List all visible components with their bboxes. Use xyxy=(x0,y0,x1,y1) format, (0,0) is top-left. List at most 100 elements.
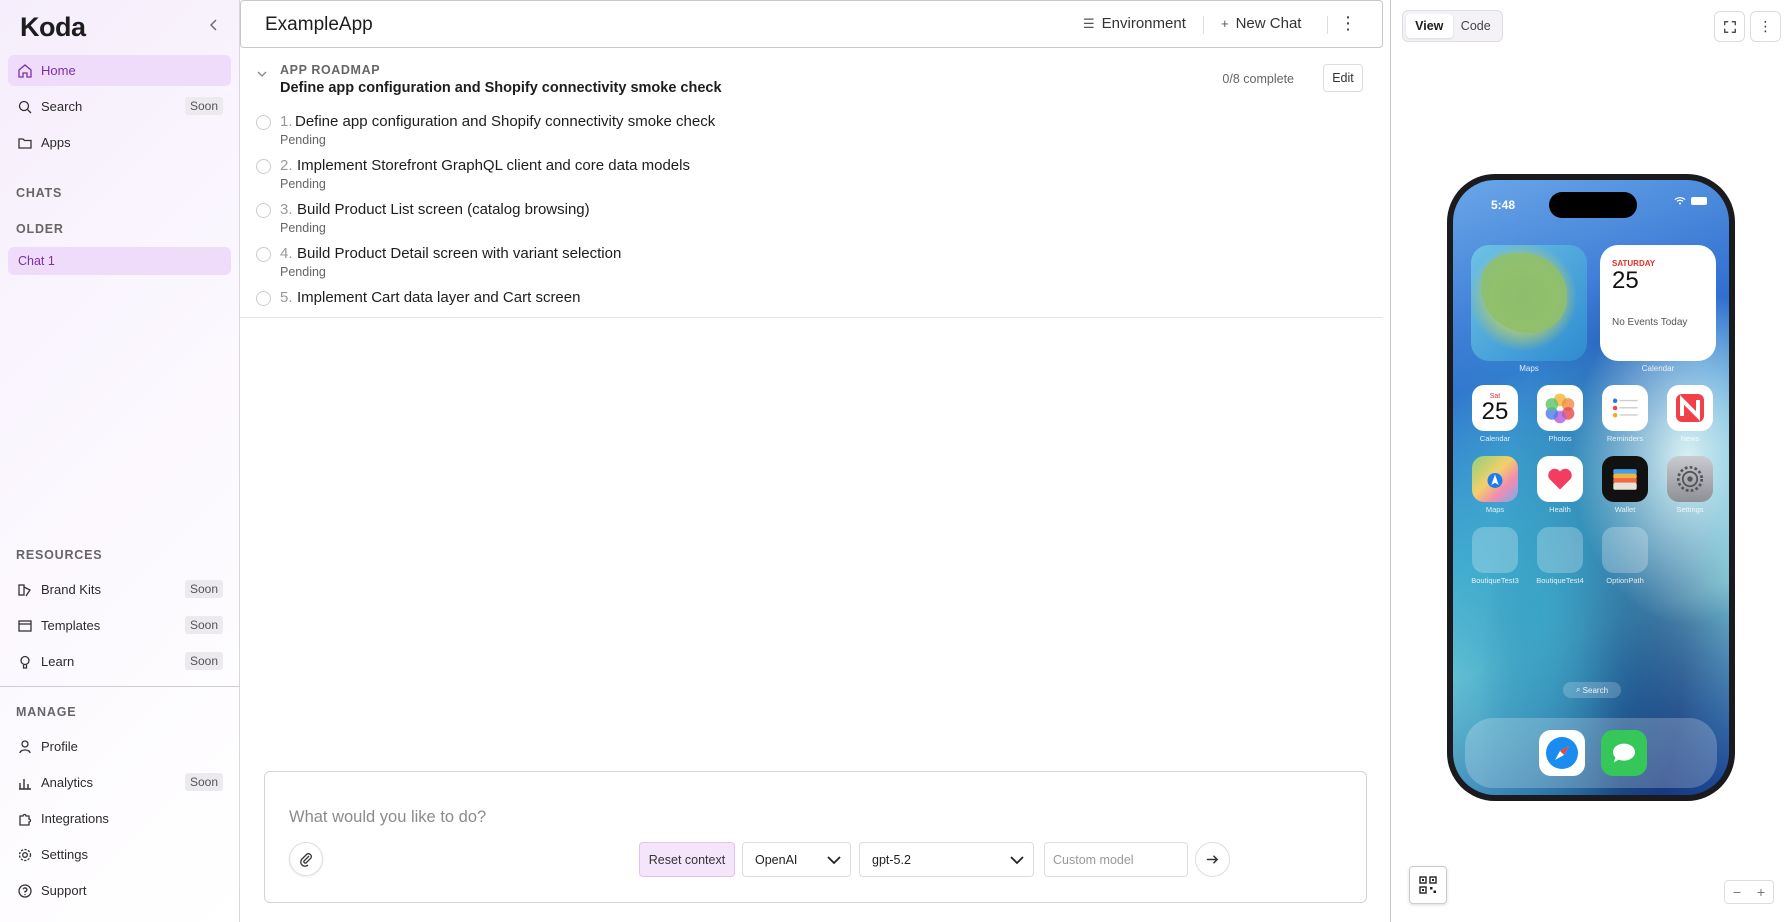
sidebar-item-search[interactable]: Search Soon xyxy=(8,91,231,122)
puzzle-icon xyxy=(17,811,33,827)
sidebar-item-label: Brand Kits xyxy=(41,582,101,597)
model-value: gpt-5.2 xyxy=(872,852,911,867)
home-icon xyxy=(17,63,33,79)
app-label: Settings xyxy=(1676,505,1704,514)
calendar-widget: SATURDAY 25 No Events Today xyxy=(1600,245,1716,361)
sidebar-item-analytics[interactable]: Analytics Soon xyxy=(8,767,231,798)
view-tab[interactable]: View xyxy=(1406,14,1453,38)
environment-label: Environment xyxy=(1101,15,1186,32)
paperclip-icon xyxy=(300,853,312,867)
safari-app-icon xyxy=(1539,730,1585,776)
soon-badge: Soon xyxy=(184,616,223,634)
zoom-out-icon[interactable]: − xyxy=(1725,881,1749,903)
preview-more-icon[interactable]: ⋮ xyxy=(1750,11,1781,42)
sidebar-item-templates[interactable]: Templates Soon xyxy=(8,610,231,641)
task-title: Build Product Detail screen with variant… xyxy=(297,245,622,262)
home-search-pill: ⌕ Search xyxy=(1563,682,1621,698)
environment-button[interactable]: ☰ Environment xyxy=(1083,15,1186,32)
app-label: Wallet xyxy=(1614,505,1636,514)
custom-model-input[interactable] xyxy=(1044,842,1188,877)
task-checkbox[interactable] xyxy=(256,115,271,130)
sidebar-divider xyxy=(0,686,240,687)
phone-screen: 5:48 Maps SATURDAY 25 No Events Today Ca… xyxy=(1453,180,1729,795)
app-label: Health xyxy=(1549,505,1571,514)
code-tab[interactable]: Code xyxy=(1453,14,1500,38)
sidebar-item-settings[interactable]: Settings xyxy=(8,839,231,870)
model-select[interactable]: gpt-5.2 xyxy=(859,842,1034,877)
expand-icon xyxy=(1723,20,1736,33)
battery-icon xyxy=(1691,196,1707,205)
soon-badge: Soon xyxy=(184,773,223,791)
chevron-down-icon xyxy=(1010,856,1024,865)
collapse-sidebar-icon[interactable] xyxy=(206,17,224,35)
user-icon xyxy=(17,739,33,755)
maps-app-icon xyxy=(1472,456,1518,502)
calendar-app-date: 25 xyxy=(1481,397,1509,425)
phone-time: 5:48 xyxy=(1491,198,1516,212)
provider-select[interactable]: OpenAI xyxy=(742,842,851,877)
preview-panel: View Code ⋮ 5:48 Maps SATURDAY 25 No Eve… xyxy=(1390,0,1790,922)
manage-section-label: MANAGE xyxy=(16,705,77,719)
optionpath-app-icon xyxy=(1602,527,1648,573)
new-chat-button[interactable]: + New Chat xyxy=(1221,15,1301,32)
arrow-right-icon xyxy=(1206,855,1219,864)
page-title: ExampleApp xyxy=(265,14,373,35)
qr-code-icon xyxy=(1419,876,1437,894)
edit-roadmap-button[interactable]: Edit xyxy=(1323,64,1363,92)
send-button[interactable] xyxy=(1195,842,1230,877)
chevron-down-icon[interactable] xyxy=(256,68,268,83)
task-title: Implement Cart data layer and Cart scree… xyxy=(297,289,581,306)
photos-app-icon xyxy=(1537,385,1583,431)
task-checkbox[interactable] xyxy=(256,203,271,218)
task-number: 4. xyxy=(280,245,293,262)
messages-app-icon xyxy=(1601,730,1647,776)
attach-button[interactable] xyxy=(289,842,323,876)
resources-section-label: RESOURCES xyxy=(16,548,103,562)
calendar-events: No Events Today xyxy=(1612,317,1688,328)
task-status: Pending xyxy=(280,221,326,235)
koda-logo[interactable]: Koda xyxy=(20,12,86,43)
news-app-icon xyxy=(1667,385,1713,431)
more-options-icon[interactable]: ⋮ xyxy=(1339,13,1357,34)
zoom-in-icon[interactable]: + xyxy=(1749,881,1773,903)
new-chat-label: New Chat xyxy=(1235,15,1302,32)
help-icon xyxy=(17,883,33,899)
boutique-test4-app-icon xyxy=(1537,527,1583,573)
sidebar: Koda Home Search Soon Apps CHATS OLDER C… xyxy=(0,0,240,922)
bar-chart-icon xyxy=(17,775,33,791)
task-checkbox[interactable] xyxy=(256,247,271,262)
widget-label: Maps xyxy=(1519,364,1539,373)
wallet-app-icon xyxy=(1602,456,1648,502)
chat-item-1[interactable]: Chat 1 xyxy=(8,247,231,275)
sidebar-item-learn[interactable]: Learn Soon xyxy=(8,646,231,677)
template-icon xyxy=(17,618,33,634)
calendar-app-icon: Sat 25 xyxy=(1472,385,1518,431)
prompt-input[interactable] xyxy=(289,808,1349,827)
sidebar-item-label: Home xyxy=(41,63,76,78)
qr-code-button[interactable] xyxy=(1409,866,1447,904)
fullscreen-button[interactable] xyxy=(1714,11,1745,42)
task-checkbox[interactable] xyxy=(256,291,271,306)
task-number: 3. xyxy=(280,201,293,218)
roadmap-title: Define app configuration and Shopify con… xyxy=(280,80,722,96)
sidebar-item-brand-kits[interactable]: Brand Kits Soon xyxy=(8,574,231,605)
sidebar-item-home[interactable]: Home xyxy=(8,55,231,86)
reset-context-button[interactable]: Reset context xyxy=(639,842,735,877)
task-title: Build Product List screen (catalog brows… xyxy=(297,201,590,218)
maps-widget xyxy=(1471,245,1587,361)
sidebar-item-label: Search xyxy=(41,99,83,114)
sidebar-item-integrations[interactable]: Integrations xyxy=(8,803,231,834)
task-status: Pending xyxy=(280,133,326,147)
sidebar-item-label: Learn xyxy=(41,654,75,669)
app-label: News xyxy=(1680,434,1700,443)
sidebar-item-profile[interactable]: Profile xyxy=(8,731,231,762)
chat-composer: Reset context OpenAI gpt-5.2 xyxy=(264,771,1367,903)
sidebar-item-apps[interactable]: Apps xyxy=(8,127,231,158)
sidebar-item-label: Analytics xyxy=(41,775,94,790)
app-label: Maps xyxy=(1485,505,1505,514)
sidebar-item-support[interactable]: Support xyxy=(8,875,231,906)
task-number: 1. xyxy=(280,113,293,130)
task-checkbox[interactable] xyxy=(256,159,271,174)
sidebar-item-label: Templates xyxy=(41,618,101,633)
gear-icon xyxy=(17,847,33,863)
